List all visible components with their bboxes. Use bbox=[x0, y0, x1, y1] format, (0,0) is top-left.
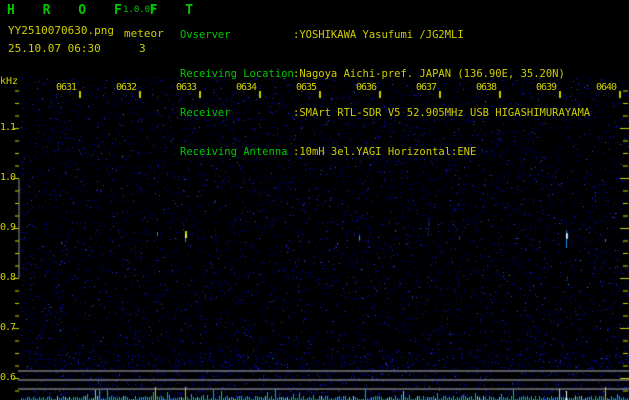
info-value: :10mH 3el.YAGI Horizontal:ENE bbox=[293, 146, 477, 158]
time-tick-label: 0634 bbox=[235, 82, 257, 93]
info-row-observer: Ovserver :YOSHIKAWA Yasufumi /JG2MLI bbox=[180, 29, 590, 42]
time-tick-label: 0632 bbox=[115, 82, 137, 93]
time-tick-label: 0633 bbox=[175, 82, 197, 93]
time-tick-label: 0631 bbox=[55, 82, 77, 93]
info-label: Receiving Antenna bbox=[180, 146, 288, 158]
freq-tick-label: 0.8 bbox=[0, 272, 16, 283]
info-value: :YOSHIKAWA Yasufumi /JG2MLI bbox=[293, 29, 464, 41]
info-value: :SMArt RTL-SDR V5 52.905MHz USB HIGASHIM… bbox=[293, 107, 591, 119]
info-row-receiver: Receiver :SMArt RTL-SDR V5 52.905MHz USB … bbox=[180, 107, 590, 120]
time-tick-label: 0639 bbox=[535, 82, 557, 93]
freq-axis-unit-label: kHz bbox=[0, 76, 19, 87]
info-value: :Nagoya Aichi-pref. JAPAN (136.90E, 35.2… bbox=[293, 68, 565, 80]
freq-tick-label: 1.1 bbox=[0, 122, 16, 133]
hrofft-screen: H R O F F T 1.0.0f YY2510070630.png mete… bbox=[0, 0, 629, 400]
version-label: 1.0.0f bbox=[123, 5, 156, 15]
observation-datetime: 25.10.07 06:30 bbox=[8, 42, 101, 55]
time-tick-label: 0636 bbox=[355, 82, 377, 93]
info-label: Ovserver bbox=[180, 29, 231, 41]
time-tick-label: 0635 bbox=[295, 82, 317, 93]
app-title: H R O F F T bbox=[7, 3, 204, 18]
freq-tick-label: 1.0 bbox=[0, 172, 16, 183]
freq-tick-label: 0.9 bbox=[0, 222, 16, 233]
info-label: Receiver bbox=[180, 107, 231, 119]
output-filename: YY2510070630.png bbox=[8, 24, 114, 37]
freq-tick-label: 0.7 bbox=[0, 322, 16, 333]
info-label: Receiving Location bbox=[180, 68, 294, 80]
time-tick-label: 0640 bbox=[595, 82, 617, 93]
observer-info-block: Ovserver :YOSHIKAWA Yasufumi /JG2MLI Rece… bbox=[180, 3, 590, 185]
freq-tick-label: 0.6 bbox=[0, 372, 16, 383]
time-tick-label: 0638 bbox=[475, 82, 497, 93]
info-row-location: Receiving Location:Nagoya Aichi-pref. JA… bbox=[180, 68, 590, 81]
time-tick-label: 0637 bbox=[415, 82, 437, 93]
info-row-antenna: Receiving Antenna :10mH 3el.YAGI Horizont… bbox=[180, 146, 590, 159]
mode-label: meteor bbox=[124, 27, 164, 40]
meteor-count: 3 bbox=[139, 42, 146, 55]
